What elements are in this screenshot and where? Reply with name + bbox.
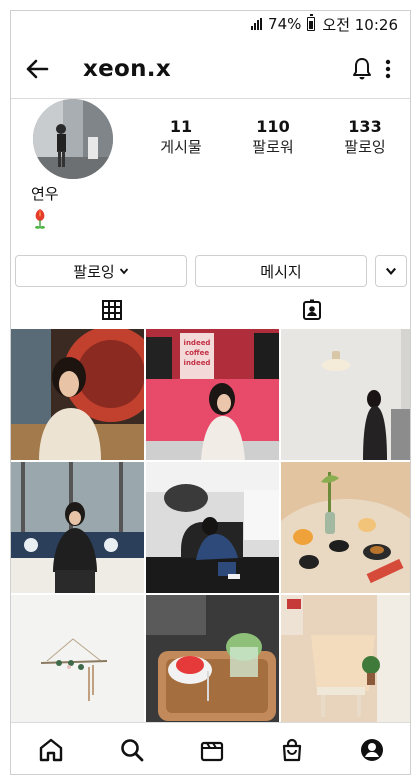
suggestions-toggle-button[interactable] (375, 255, 407, 287)
dessert-table-photo (281, 462, 410, 593)
posts-label: 게시물 (160, 138, 202, 156)
tagged-tab-icon[interactable] (301, 299, 323, 321)
sign-text: coffee (185, 349, 209, 357)
message-button[interactable]: 메시지 (195, 255, 367, 287)
reels-icon[interactable] (199, 737, 225, 763)
back-arrow-icon[interactable] (23, 55, 51, 83)
post-thumbnail[interactable] (146, 595, 279, 726)
wall-hanging-photo (11, 595, 144, 726)
followers-count: 110 (256, 117, 290, 136)
sign-text: indeed (184, 339, 211, 347)
sunlit-room-photo (281, 595, 410, 726)
window-seat-photo (11, 462, 144, 593)
post-thumbnail[interactable] (281, 329, 410, 460)
bottom-navigation (11, 722, 410, 774)
wall-lamp-photo (281, 329, 410, 460)
more-options-icon[interactable] (381, 56, 395, 82)
clock: 오전 10:26 (322, 15, 398, 34)
chevron-down-icon (119, 268, 128, 275)
stat-posts[interactable]: 11 게시물 (141, 117, 221, 157)
display-name: 연우 (31, 185, 59, 203)
grid-tab-icon[interactable] (101, 299, 123, 321)
username: xeon.x (83, 56, 171, 82)
posts-count: 11 (169, 117, 193, 136)
following-button-label: 팔로잉 (73, 262, 115, 281)
sign-text: indeed (184, 359, 211, 367)
post-thumbnail[interactable] (281, 462, 410, 593)
profile-icon[interactable] (359, 737, 385, 763)
profile-header: xeon.x (11, 41, 410, 99)
post-thumbnail[interactable] (11, 595, 144, 726)
bell-icon[interactable] (351, 56, 373, 82)
stat-following[interactable]: 133 팔로잉 (325, 117, 405, 157)
content-tabs (11, 293, 410, 329)
shop-icon[interactable] (279, 737, 305, 763)
chevron-down-icon (385, 267, 397, 276)
post-thumbnail[interactable]: indeed coffee indeed (146, 329, 279, 460)
signal-icon (251, 18, 263, 30)
home-icon[interactable] (38, 737, 64, 763)
following-label: 팔로잉 (344, 138, 386, 156)
avatar[interactable] (33, 99, 113, 179)
lounge-chair-photo (146, 462, 279, 593)
post-thumbnail[interactable] (11, 462, 144, 593)
battery-percent: 74% (268, 15, 302, 33)
coffee-wall-photo: indeed coffee indeed (146, 329, 279, 460)
battery-icon (307, 14, 316, 31)
stat-followers[interactable]: 110 팔로워 (233, 117, 313, 157)
following-button[interactable]: 팔로잉 (15, 255, 187, 287)
phone-screen: 74% 오전 10:26 xeon.x 11 게시물 110 팔로워 133 팔… (10, 10, 411, 775)
post-thumbnail[interactable] (281, 595, 410, 726)
search-icon[interactable] (119, 737, 145, 763)
message-button-label: 메시지 (260, 262, 302, 281)
tulip-emoji-icon (35, 209, 45, 229)
following-count: 133 (348, 117, 382, 136)
followers-label: 팔로워 (252, 138, 294, 156)
posts-grid: indeed coffee indeed (11, 329, 410, 726)
post-thumbnail[interactable] (146, 462, 279, 593)
dessert-tray-photo (146, 595, 279, 726)
status-bar: 74% 오전 10:26 (11, 11, 410, 37)
cafe-portrait-photo (11, 329, 144, 460)
post-thumbnail[interactable] (11, 329, 144, 460)
